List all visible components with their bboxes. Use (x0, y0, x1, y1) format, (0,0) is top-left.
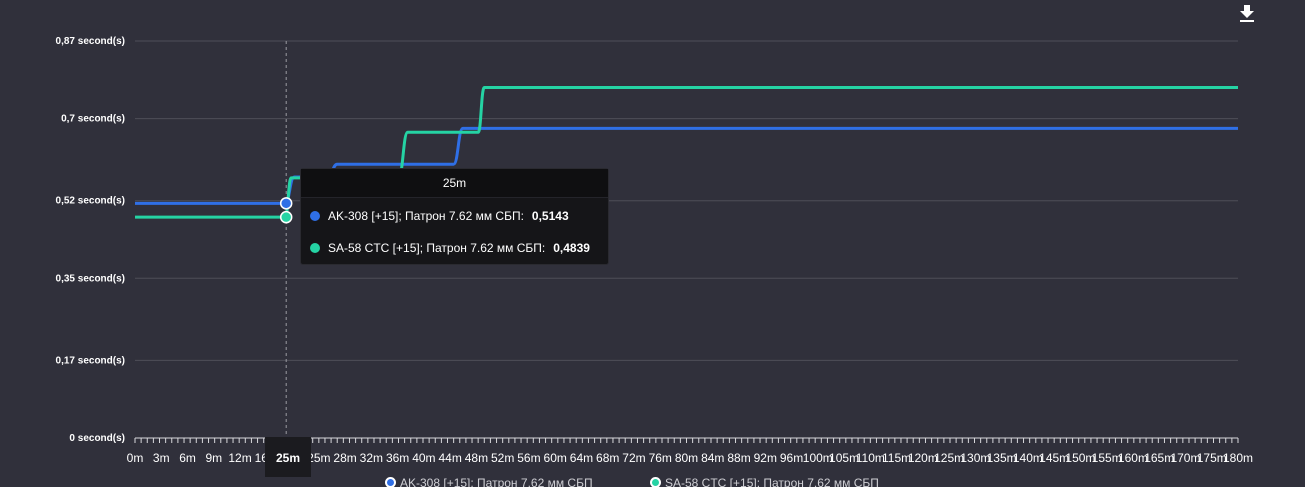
y-tick-label: 0,87 second(s) (56, 36, 125, 47)
x-tick-label: 32m (360, 451, 383, 465)
legend-item-sa58[interactable]: SA-58 CTC [+15]; Патрон 7.62 мм СБП (650, 476, 879, 487)
x-tick-label: 180m (1223, 451, 1253, 465)
x-tick-label: 84m (701, 451, 724, 465)
x-tick-label: 115m (882, 451, 911, 465)
x-tick-label: 52m (491, 451, 514, 465)
x-tick-label: 64m (570, 451, 593, 465)
tooltip-series-value: 0,5143 (531, 209, 569, 223)
download-icon (1240, 5, 1254, 22)
download-button[interactable] (1236, 2, 1258, 24)
x-tick-label: 72m (622, 451, 645, 465)
x-tick-label: 44m (438, 451, 461, 465)
tooltip-title: 25m (301, 169, 608, 198)
x-tick-label: 110m (856, 451, 885, 465)
tooltip-series-value: 0,4839 (553, 241, 590, 255)
x-tick-label: 56m (517, 451, 540, 465)
x-tick-label: 76m (649, 451, 672, 465)
chart-area: 0,87 second(s) 0,7 second(s) 0,52 second(s… (56, 36, 1254, 465)
hover-point (279, 197, 293, 210)
x-tick-label: 3m (153, 451, 170, 465)
series-dot-icon (310, 211, 320, 221)
tooltip-row: SA-58 CTC [+15]; Патрон 7.62 мм СБП: 0,48… (310, 240, 590, 256)
x-tick-label: 40m (412, 451, 435, 465)
x-tick-label: 28m (333, 451, 356, 465)
chart-legend: AK-308 [+15]; Патрон 7.62 мм СБП SA-58 C… (0, 476, 1305, 487)
x-tick-label: 68m (596, 451, 619, 465)
legend-dot-icon (385, 477, 396, 487)
x-tick-label: 96m (780, 451, 803, 465)
y-tick-label: 0,7 second(s) (61, 114, 125, 125)
hover-point (279, 210, 293, 224)
legend-label: AK-308 [+15]; Патрон 7.62 мм СБП (400, 476, 593, 487)
tooltip-series-label: SA-58 CTC [+15]; Патрон 7.62 мм СБП: (328, 241, 546, 255)
series-dot-icon (310, 243, 320, 253)
x-tick-label: 0m (127, 451, 144, 465)
x-tick-label: 92m (754, 451, 777, 465)
chart-tooltip: 25m AK-308 [+15]; Патрон 7.62 мм СБП: 0,5… (300, 168, 609, 265)
tooltip-row: AK-308 [+15]; Патрон 7.62 мм СБП: 0,5143 (310, 208, 569, 224)
legend-label: SA-58 CTC [+15]; Патрон 7.62 мм СБП (665, 476, 879, 487)
x-tick-label: 9m (205, 451, 222, 465)
x-tick-label: 80m (675, 451, 698, 465)
y-tick-label: 0,17 second(s) (56, 355, 125, 366)
x-tick-label: 12m (228, 451, 251, 465)
y-tick-label: 0 second(s) (69, 433, 125, 444)
tooltip-series-label: AK-308 [+15]; Патрон 7.62 мм СБП: (328, 209, 524, 223)
x-tick-label: 105m (829, 451, 859, 465)
legend-item-ak308[interactable]: AK-308 [+15]; Патрон 7.62 мм СБП (385, 476, 593, 487)
y-tick-label: 0,52 second(s) (56, 196, 125, 207)
x-tick-label: 36m (386, 451, 409, 465)
x-tick-label: 88m (727, 451, 750, 465)
x-tick-label: 6m (179, 451, 196, 465)
x-tick-label: 48m (465, 451, 488, 465)
y-tick-label: 0,35 second(s) (56, 273, 125, 284)
legend-dot-icon (650, 477, 661, 487)
x-axis-hover-label: 25m (275, 451, 301, 465)
x-tick-label: 60m (544, 451, 567, 465)
